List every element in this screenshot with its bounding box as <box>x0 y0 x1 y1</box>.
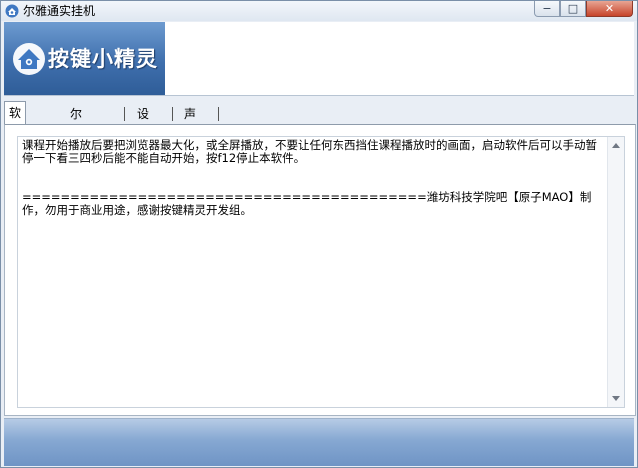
tab-separator <box>172 107 173 121</box>
window-title: 尔雅通实挂机 <box>23 4 96 18</box>
vertical-scrollbar[interactable] <box>607 137 624 407</box>
description-textarea[interactable]: 课程开始播放后要把浏览器最大化，或全屏播放，不要让任何东西挡住课程播放时的画面，… <box>17 136 625 408</box>
logo-house-icon <box>13 43 45 75</box>
tab-erya-simultaneous[interactable]: 尔雅同时 <box>68 104 84 181</box>
scroll-down-icon[interactable] <box>612 396 620 401</box>
logo: 按键小精灵 <box>4 22 165 95</box>
tab-settings[interactable]: 设置 <box>135 104 151 141</box>
minimize-button[interactable]: − <box>534 1 560 17</box>
maximize-icon: □ <box>567 2 579 15</box>
close-icon: ✕ <box>604 2 615 15</box>
bottom-bar <box>4 418 634 466</box>
title-bar[interactable]: 尔雅通实挂机 − □ ✕ <box>1 1 637 21</box>
tab-separator <box>218 107 219 121</box>
description-text: 课程开始播放后要把浏览器最大化，或全屏播放，不要让任何东西挡住课程播放时的画面，… <box>22 138 597 217</box>
app-window: 尔雅通实挂机 − □ ✕ 按键小精灵 软件说明 尔雅同时 设置 声明 <box>0 0 638 468</box>
tab-separator <box>124 107 125 121</box>
tab-panel: 课程开始播放后要把浏览器最大化，或全屏播放，不要让任何东西挡住课程播放时的画面，… <box>4 124 636 416</box>
close-button[interactable]: ✕ <box>586 1 633 17</box>
maximize-button[interactable]: □ <box>560 1 586 17</box>
minimize-icon: − <box>542 2 552 15</box>
tab-software-info[interactable]: 软件说明 <box>4 101 27 186</box>
banner: 按键小精灵 <box>4 22 634 96</box>
logo-text: 按键小精灵 <box>48 47 158 71</box>
scroll-up-icon[interactable] <box>612 143 620 148</box>
app-icon <box>5 4 19 18</box>
tab-statement[interactable]: 声明 <box>182 104 198 141</box>
